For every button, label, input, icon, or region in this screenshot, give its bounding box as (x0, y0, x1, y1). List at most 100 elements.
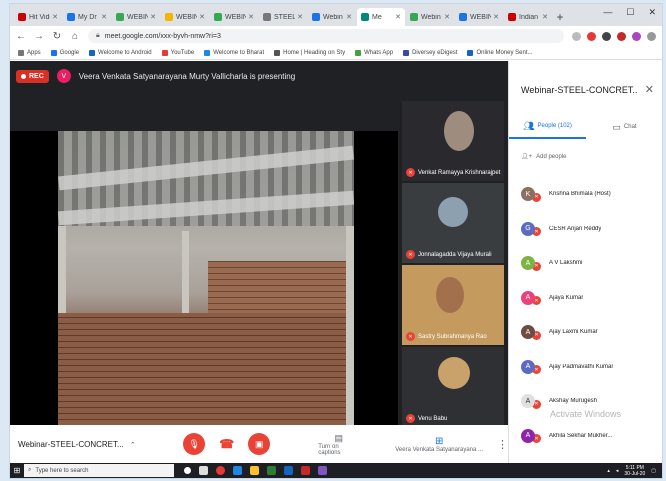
forward-icon[interactable]: → (34, 31, 44, 42)
extension-icon[interactable] (587, 31, 596, 41)
reload-icon[interactable]: ↻ (52, 31, 62, 42)
close-tab-icon[interactable]: ✕ (493, 13, 499, 21)
bookmark-item[interactable]: Online Money Sent... (467, 49, 532, 56)
cortana-icon[interactable] (184, 467, 191, 474)
close-tab-icon[interactable]: ✕ (101, 13, 107, 21)
participant-tile[interactable]: ✕ Jonnalagadda Vijaya Murali (402, 183, 504, 263)
bookmark-item[interactable]: Welcome to Bharat (204, 49, 264, 56)
browser-tab[interactable]: STEEL ✕ (259, 8, 307, 26)
meeting-title[interactable]: Webinar-STEEL-CONCRET... ⌃ (18, 440, 147, 449)
add-people-button[interactable]: 👤︎+ Add people (521, 153, 567, 161)
bookmark-item[interactable]: Apps (18, 49, 41, 56)
browser-tab[interactable]: Webin ✕ (406, 8, 454, 26)
pillar-image (182, 231, 189, 321)
browser-tab[interactable]: Webin ✕ (308, 8, 356, 26)
participant-name-text: Venkat Ramayya Krishnarajpet (418, 169, 501, 176)
participant-tile[interactable]: ✕ Sastry Subrahmanya Rao (402, 265, 504, 345)
close-tab-icon[interactable]: ✕ (395, 13, 401, 21)
browser-tab[interactable]: WEBIN ✕ (112, 8, 160, 26)
new-tab-icon[interactable]: + (553, 8, 567, 26)
excel-icon[interactable] (267, 466, 276, 475)
captions-icon: ▤ (334, 432, 343, 443)
close-tab-icon[interactable]: ✕ (150, 13, 156, 21)
volume-icon[interactable]: ◂ (616, 468, 619, 474)
word-icon[interactable] (284, 466, 293, 475)
browser-tab[interactable]: Me ✕ (357, 8, 405, 26)
clock[interactable]: 5:11 PM 30-Jul-20 (624, 465, 645, 477)
bookmark-icon (18, 49, 24, 56)
participant-list-item[interactable]: K ✕ Krishna Bhimala (Host) (521, 177, 657, 212)
browser-tab[interactable]: WEBIN ✕ (161, 8, 209, 26)
tab-people[interactable]: 👥︎ People (102) (509, 115, 586, 139)
participant-list-item[interactable]: G ✕ CESR Anjan Reddy (521, 212, 657, 247)
bookmark-item[interactable]: Home | Heading on Sty (274, 49, 345, 56)
app-icon[interactable] (301, 466, 310, 475)
bookmark-icon (467, 49, 474, 56)
chrome-icon[interactable] (216, 466, 225, 475)
hangup-button[interactable]: ☎︎ (219, 437, 234, 451)
bookmark-label: YouTube (170, 49, 195, 56)
browser-tab[interactable]: Hit Video✕ (14, 8, 62, 26)
bookmark-item[interactable]: Welcome to Android (89, 49, 152, 56)
participant-tile[interactable]: ✕ Venkat Ramayya Krishnarajpet (402, 101, 504, 181)
bookmark-item[interactable]: YouTube (161, 49, 195, 56)
profile-avatar[interactable] (632, 31, 641, 41)
tab-label: Webin (323, 13, 343, 21)
participant-list-item[interactable]: A ✕ Ajay Padmavathi Kumar (521, 350, 657, 385)
extension-icon[interactable] (602, 31, 611, 41)
browser-tab[interactable]: WEBIN ✕ (455, 8, 503, 26)
favicon-icon (410, 13, 418, 21)
record-dot-icon (21, 73, 26, 79)
home-icon[interactable]: ⌂ (70, 31, 80, 42)
window-controls: — ☐ ✕ (603, 7, 656, 18)
favicon-icon (165, 13, 173, 21)
network-icon[interactable]: ▴ (607, 468, 610, 474)
close-tab-icon[interactable]: ✕ (199, 13, 205, 21)
star-icon[interactable] (572, 31, 581, 41)
mic-off-icon: ✕ (406, 250, 415, 259)
close-tab-icon[interactable]: ✕ (297, 13, 303, 21)
menu-icon[interactable] (647, 31, 656, 41)
camera-off-button[interactable]: ▣ (248, 433, 271, 455)
file-explorer-icon[interactable] (250, 466, 259, 475)
taskbar-search[interactable]: ⌕ Type here to search (24, 464, 174, 477)
mic-off-button[interactable]: 🎙︎ (183, 433, 206, 455)
tab-chat[interactable]: ▭ Chat (586, 115, 662, 139)
notifications-icon[interactable]: ▢ (651, 468, 656, 474)
close-tab-icon[interactable]: ✕ (542, 13, 548, 21)
windows-taskbar: ⊞ ⌕ Type here to search ▴ ◂ 5:11 PM 30-J… (10, 463, 662, 478)
close-tab-icon[interactable]: ✕ (444, 13, 450, 21)
extension-icon[interactable] (617, 31, 626, 41)
back-icon[interactable]: ← (16, 31, 26, 42)
minimize-icon[interactable]: — (603, 7, 612, 18)
captions-button[interactable]: ▤ Turn on captions (318, 433, 359, 456)
participant-list-item[interactable]: A ✕ Ajay Laxmi Kumar (521, 315, 657, 350)
browser-tab[interactable]: My Dr ✕ (63, 8, 111, 26)
task-view-icon[interactable] (199, 466, 208, 475)
close-icon[interactable]: ✕ (648, 7, 656, 18)
browser-tab[interactable]: Indian ✕ (504, 8, 552, 26)
participant-list-item[interactable]: A ✕ Akhila Sekhar Mukher... (521, 419, 657, 454)
close-tab-icon[interactable]: ✕ (346, 13, 352, 21)
close-icon[interactable]: ✕ (645, 83, 654, 96)
address-bar[interactable]: 🔒︎ meet.google.com/xxx-byvh-nmw?ri=3 (88, 29, 564, 43)
bookmark-item[interactable]: Google (50, 49, 79, 56)
close-tab-icon[interactable]: ✕ (248, 13, 254, 21)
participant-list-name: A V Lakshmi (549, 260, 583, 267)
more-options-icon[interactable]: ⋮ (497, 438, 508, 451)
maximize-icon[interactable]: ☐ (626, 7, 634, 18)
browser-tab[interactable]: WEBIN ✕ (210, 8, 258, 26)
presenter-avatar: V (56, 69, 71, 83)
bookmark-item[interactable]: Whats App (355, 49, 393, 56)
participant-list-item[interactable]: A ✕ A V Lakshmi (521, 246, 657, 281)
add-person-icon: 👤︎+ (521, 154, 533, 160)
participant-tile[interactable]: ✕ Venu Babu (402, 347, 504, 427)
participant-list-item[interactable]: A ✕ Ajaya Kumar (521, 281, 657, 316)
edge-icon[interactable] (233, 466, 242, 475)
present-button[interactable]: ⊞ Veera Venkata Satyanarayana ... (395, 436, 483, 453)
bookmark-item[interactable]: Diversey eDigest (403, 49, 457, 56)
avatar: A (521, 290, 535, 305)
windows-start-icon[interactable]: ⊞ (10, 463, 24, 478)
close-tab-icon[interactable]: ✕ (52, 13, 58, 21)
app-icon[interactable] (318, 466, 327, 475)
